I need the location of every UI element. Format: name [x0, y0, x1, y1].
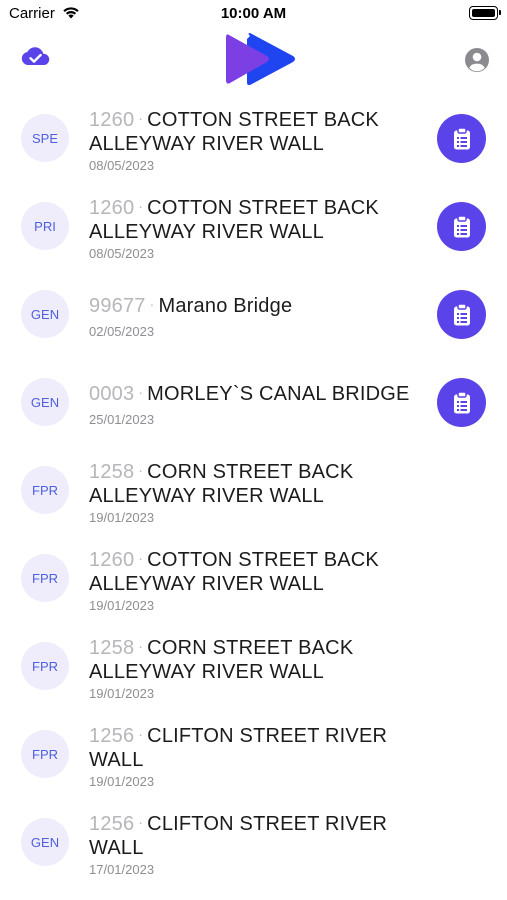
type-label: FPR: [32, 570, 58, 586]
inspection-list: SPE 1260 · COTTON STREET BACK ALLEYWAY RIV…: [0, 96, 507, 888]
item-title: 1260 · COTTON STREET BACK ALLEYWAY RIVER W…: [89, 194, 429, 244]
item-title: 1258 · CORN STREET BACK ALLEYWAY RIVER WAL…: [89, 634, 429, 684]
nav-bar: [0, 28, 507, 92]
type-label: FPR: [32, 482, 58, 498]
item-date: 19/01/2023: [89, 598, 155, 613]
item-date: 17/01/2023: [89, 862, 155, 877]
open-report-button[interactable]: [437, 378, 486, 427]
item-text: 1260 · COTTON STREET BACK ALLEYWAY RIVER W…: [89, 106, 429, 173]
item-date: 19/01/2023: [89, 774, 155, 789]
item-code: 1258: [89, 637, 135, 659]
battery-icon: [469, 6, 501, 20]
item-date: 08/05/2023: [89, 158, 155, 173]
item-name: Marano Bridge: [158, 295, 293, 317]
item-code: 1258: [89, 461, 135, 483]
item-name: MORLEY`S CANAL BRIDGE: [147, 383, 410, 405]
item-title: 1260 · COTTON STREET BACK ALLEYWAY RIVER W…: [89, 106, 429, 156]
clock: 10:00 AM: [220, 5, 287, 22]
type-avatar: GEN: [21, 290, 69, 338]
open-report-button[interactable]: [437, 202, 486, 251]
cloud-check-icon[interactable]: [20, 45, 51, 72]
item-code: 1260: [89, 109, 135, 131]
separator: ·: [138, 550, 144, 566]
list-item[interactable]: GEN 0003 · MORLEY`S CANAL BRIDGE 25/01/202…: [0, 360, 507, 448]
status-bar: Carrier 10:00 AM: [0, 0, 507, 28]
separator: ·: [149, 296, 155, 312]
clipboard-list-icon: [452, 126, 472, 151]
list-item[interactable]: FPR 1258 · CORN STREET BACK ALLEYWAY RIVER…: [0, 448, 507, 536]
separator: ·: [138, 814, 144, 830]
item-text: 1260 · COTTON STREET BACK ALLEYWAY RIVER W…: [89, 194, 429, 261]
item-title: 1258 · CORN STREET BACK ALLEYWAY RIVER WAL…: [89, 458, 429, 508]
item-date: 08/05/2023: [89, 246, 155, 261]
type-avatar: GEN: [21, 818, 69, 866]
item-code: 1256: [89, 813, 135, 835]
item-date: 02/05/2023: [89, 324, 155, 339]
clipboard-list-icon: [452, 302, 472, 327]
screen: Carrier 10:00 AM SPE 1260 · COTTON STREE…: [0, 0, 507, 900]
type-avatar: FPR: [21, 554, 69, 602]
separator: ·: [138, 198, 144, 214]
item-title: 99677 · Marano Bridge: [89, 292, 429, 318]
separator: ·: [138, 462, 144, 478]
item-code: 1260: [89, 197, 135, 219]
open-report-button[interactable]: [437, 114, 486, 163]
type-avatar: FPR: [21, 466, 69, 514]
separator: ·: [138, 384, 144, 400]
item-text: 1258 · CORN STREET BACK ALLEYWAY RIVER WAL…: [89, 634, 429, 701]
separator: ·: [138, 638, 144, 654]
item-text: 1260 · COTTON STREET BACK ALLEYWAY RIVER W…: [89, 546, 429, 613]
person-circle-icon[interactable]: [464, 47, 490, 78]
type-label: FPR: [32, 746, 58, 762]
list-item[interactable]: FPR 1258 · CORN STREET BACK ALLEYWAY RIVER…: [0, 624, 507, 712]
app-logo: [223, 33, 297, 90]
item-text: 99677 · Marano Bridge 02/05/2023: [89, 292, 429, 339]
type-avatar: PRI: [21, 202, 69, 250]
clipboard-list-icon: [452, 390, 472, 415]
item-title: 1256 · CLIFTON STREET RIVER WALL: [89, 810, 429, 860]
list-item[interactable]: GEN 1256 · CLIFTON STREET RIVER WALL 17/01…: [0, 800, 507, 888]
item-text: 1256 · CLIFTON STREET RIVER WALL 17/01/202…: [89, 810, 429, 877]
list-item[interactable]: PRI 1260 · COTTON STREET BACK ALLEYWAY RIV…: [0, 184, 507, 272]
type-avatar: FPR: [21, 642, 69, 690]
item-title: 1256 · CLIFTON STREET RIVER WALL: [89, 722, 429, 772]
item-title: 0003 · MORLEY`S CANAL BRIDGE: [89, 380, 429, 406]
item-code: 0003: [89, 383, 135, 405]
type-avatar: FPR: [21, 730, 69, 778]
list-item[interactable]: FPR 1256 · CLIFTON STREET RIVER WALL 19/01…: [0, 712, 507, 800]
list-item[interactable]: GEN 99677 · Marano Bridge 02/05/2023: [0, 272, 507, 360]
type-label: SPE: [31, 130, 58, 146]
item-text: 0003 · MORLEY`S CANAL BRIDGE 25/01/2023: [89, 380, 429, 427]
item-code: 1256: [89, 725, 135, 747]
item-text: 1256 · CLIFTON STREET RIVER WALL 19/01/202…: [89, 722, 429, 789]
type-label: GEN: [30, 834, 60, 850]
type-label: GEN: [30, 306, 60, 322]
item-text: 1258 · CORN STREET BACK ALLEYWAY RIVER WAL…: [89, 458, 429, 525]
item-date: 25/01/2023: [89, 412, 155, 427]
type-avatar: SPE: [21, 114, 69, 162]
item-date: 19/01/2023: [89, 510, 155, 525]
separator: ·: [138, 726, 144, 742]
item-date: 19/01/2023: [89, 686, 155, 701]
open-report-button[interactable]: [437, 290, 486, 339]
type-avatar: GEN: [21, 378, 69, 426]
type-label: FPR: [32, 658, 58, 674]
type-label: GEN: [30, 394, 60, 410]
clipboard-list-icon: [452, 214, 472, 239]
type-label: PRI: [34, 218, 56, 234]
list-item[interactable]: FPR 1260 · COTTON STREET BACK ALLEYWAY RIV…: [0, 536, 507, 624]
list-item[interactable]: SPE 1260 · COTTON STREET BACK ALLEYWAY RIV…: [0, 96, 507, 184]
item-code: 99677: [89, 295, 146, 317]
item-code: 1260: [89, 549, 135, 571]
item-title: 1260 · COTTON STREET BACK ALLEYWAY RIVER W…: [89, 546, 429, 596]
separator: ·: [138, 110, 144, 126]
